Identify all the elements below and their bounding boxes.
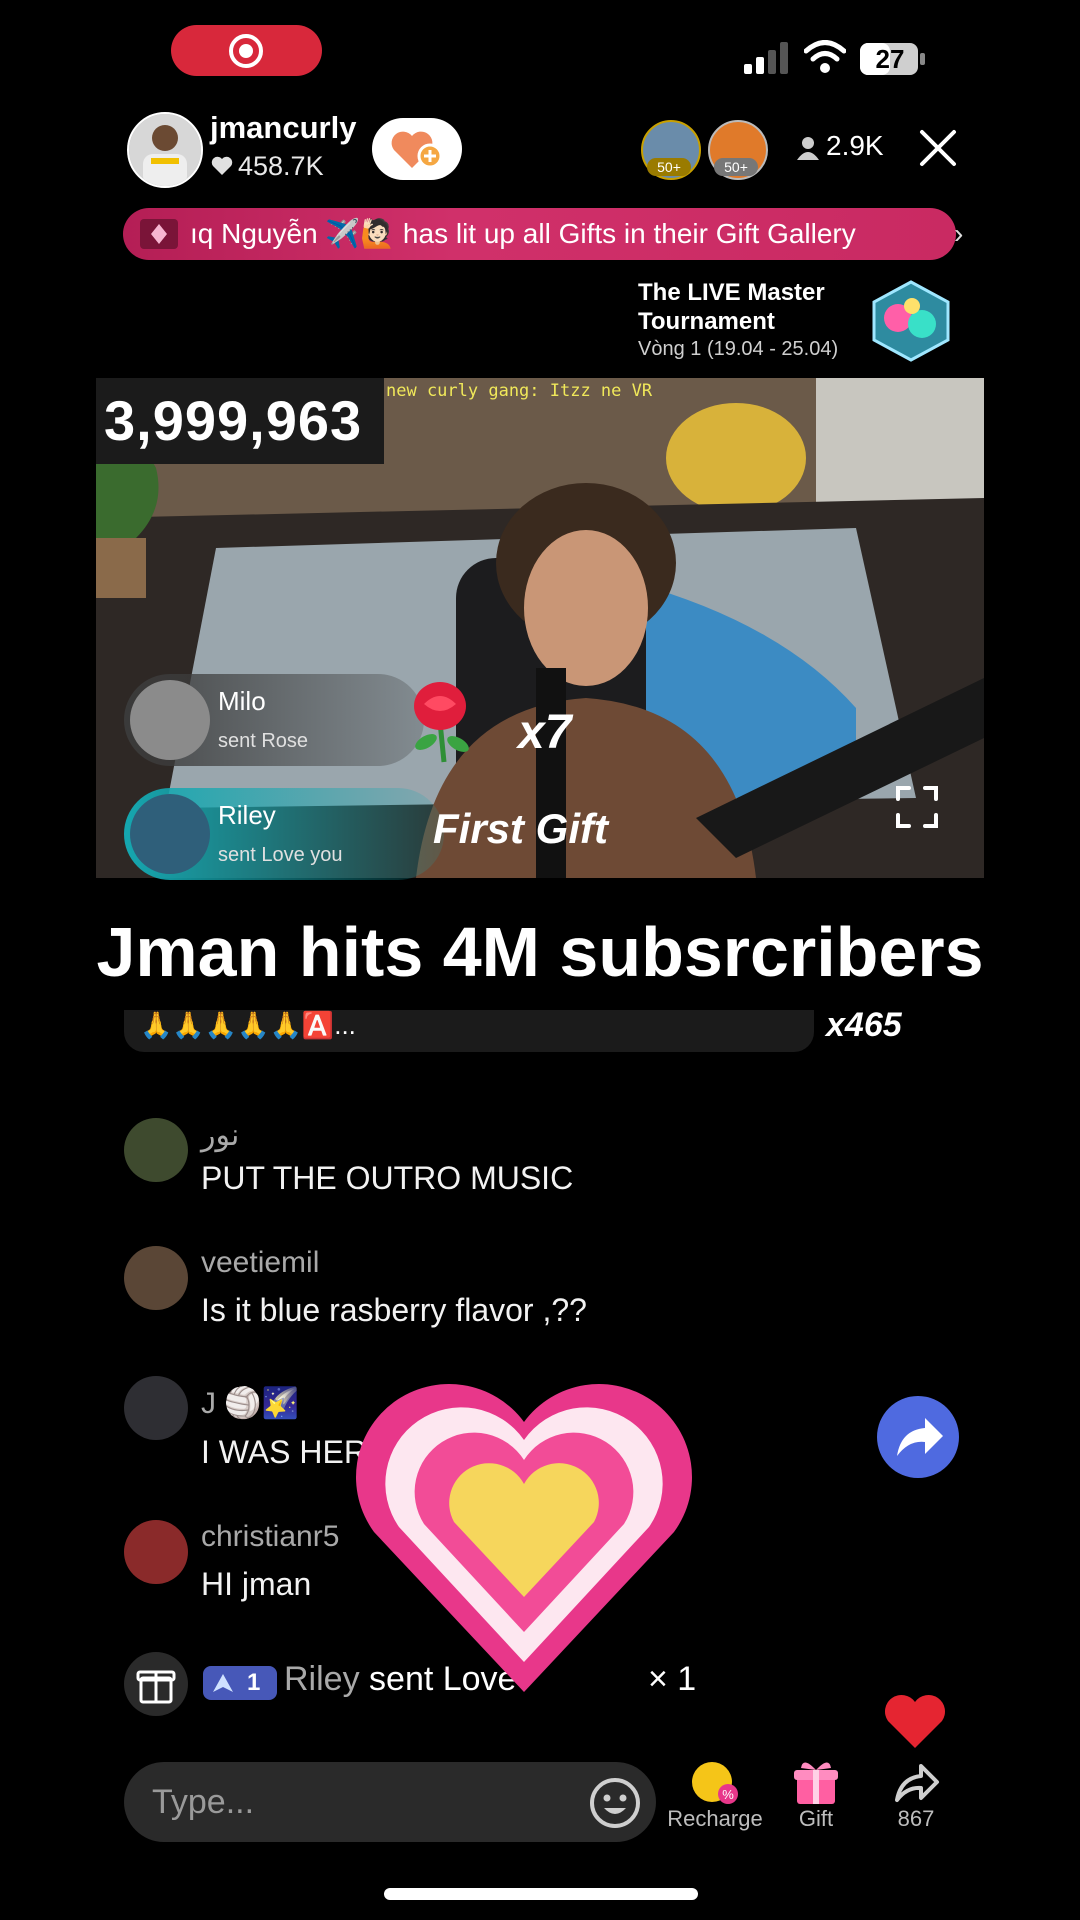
gem-icon xyxy=(140,219,178,249)
gift-multiplier: x7 xyxy=(518,706,572,759)
gifter-level-badge: 1 xyxy=(203,1666,277,1700)
share-button[interactable]: 867 xyxy=(861,1760,971,1832)
chat-username[interactable]: J 🏐🌠 xyxy=(201,1386,299,1421)
heart-icon xyxy=(211,156,233,175)
chat-avatar[interactable] xyxy=(124,1376,188,1440)
close-icon[interactable] xyxy=(918,128,958,168)
coin-icon: % xyxy=(692,1762,738,1804)
svg-text:%: % xyxy=(722,1787,734,1802)
top-gifter-badge: 50+ xyxy=(714,158,758,176)
gift-action: sent Rose xyxy=(218,730,309,752)
host-likes-count: 458.7K xyxy=(238,151,324,181)
host-avatar-image xyxy=(129,114,201,186)
gift-button[interactable]: Gift xyxy=(761,1760,871,1832)
gift-box-icon xyxy=(136,1670,176,1704)
host-avatar[interactable] xyxy=(127,112,203,188)
video-overlay-note: new curly gang: Itzz ne VR xyxy=(386,381,653,401)
gift-sender-name: Milo xyxy=(218,686,266,716)
top-gifter-badge: 50+ xyxy=(647,158,691,176)
first-gift-label: First Gift xyxy=(433,805,608,852)
fullscreen-icon[interactable] xyxy=(895,785,939,829)
gifter-level: 1 xyxy=(247,1669,261,1696)
pinned-multiplier: x465 xyxy=(826,1006,902,1044)
person-icon xyxy=(797,137,819,160)
gift-sender-name: Riley xyxy=(218,800,276,830)
emoji-icon[interactable] xyxy=(588,1776,642,1830)
riley-avatar xyxy=(130,794,210,874)
host-name[interactable]: jmancurly xyxy=(210,110,356,146)
recharge-label: Recharge xyxy=(667,1806,763,1831)
follow-button[interactable] xyxy=(372,118,462,180)
chat-avatar[interactable] xyxy=(124,1520,188,1584)
chat-message: Is it blue rasberry flavor ,?? xyxy=(201,1292,587,1328)
chat-message: HI jman xyxy=(201,1566,312,1602)
tournament-trophy-icon[interactable] xyxy=(866,280,956,362)
chevron-right-icon[interactable]: › xyxy=(954,218,963,250)
wifi-icon xyxy=(804,40,846,73)
level-arrow-icon xyxy=(213,1674,233,1692)
chat-username[interactable]: veetiemil xyxy=(201,1246,319,1280)
comment-input[interactable] xyxy=(124,1762,656,1842)
chat-avatar[interactable] xyxy=(124,1118,188,1182)
home-indicator[interactable] xyxy=(384,1888,698,1900)
chat-message: PUT THE OUTRO MUSIC xyxy=(201,1160,574,1196)
share-stream-button[interactable] xyxy=(877,1396,959,1478)
love-you-gift-heart-icon xyxy=(356,1384,692,1692)
like-heart-icon[interactable] xyxy=(884,1694,946,1750)
video-caption: Jman hits 4M subsrcribers xyxy=(96,913,984,991)
cellular-signal-icon xyxy=(744,42,788,74)
viewer-count[interactable]: 2.9K xyxy=(826,130,884,162)
share-icon xyxy=(895,1764,939,1802)
gift-event-icon xyxy=(124,1652,188,1716)
heart-plus-icon xyxy=(391,131,443,169)
chat-username[interactable]: نور xyxy=(201,1118,239,1153)
banner-text: ıq Nguyễn ✈️🙋🏻 has lit up all Gifts in t… xyxy=(190,218,856,249)
record-icon xyxy=(229,34,263,68)
tournament-dates: Vòng 1 (19.04 - 25.04) xyxy=(638,338,839,360)
subscriber-counter: 3,999,963 xyxy=(104,389,363,452)
chat-username[interactable]: christianr5 xyxy=(201,1520,339,1554)
share-arrow-icon xyxy=(897,1418,943,1456)
pinned-message-text: 🙏🙏🙏🙏🙏🅰️... xyxy=(140,1010,356,1040)
rose-icon xyxy=(414,682,469,763)
gift-label: Gift xyxy=(798,1806,834,1831)
chat-avatar[interactable] xyxy=(124,1246,188,1310)
chat-message: I WAS HER xyxy=(201,1434,367,1470)
battery-level: 27 xyxy=(875,44,905,74)
gift-action: sent Love you xyxy=(218,844,343,866)
milo-avatar xyxy=(130,680,210,760)
recharge-button[interactable]: % Recharge xyxy=(660,1760,770,1832)
gift-icon xyxy=(794,1762,838,1804)
tournament-title[interactable]: The LIVE Master Tournament xyxy=(638,278,878,336)
share-count: 867 xyxy=(897,1806,935,1831)
